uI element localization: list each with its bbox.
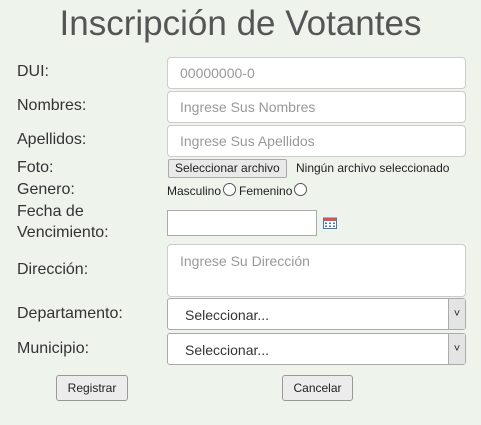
file-status-text: Ningún archivo seleccionado <box>296 161 450 175</box>
calendar-icon[interactable] <box>323 217 337 229</box>
masculino-label: Masculino <box>167 184 222 198</box>
fecha-input[interactable] <box>167 210 317 236</box>
file-select-button[interactable]: Seleccionar archivo <box>168 159 287 178</box>
apellidos-label: Apellidos: <box>17 131 87 148</box>
direccion-textarea[interactable]: Ingrese Su Dirección <box>167 244 466 297</box>
fecha-label-line1: Fecha de <box>17 203 84 220</box>
apellidos-input[interactable]: Ingrese Sus Apellidos <box>167 125 466 157</box>
departamento-select[interactable]: Seleccionar... ˅ <box>167 298 466 330</box>
municipio-selected: Seleccionar... <box>185 342 270 358</box>
chevron-down-icon[interactable]: ˅ <box>448 334 465 364</box>
genero-label: Genero: <box>17 181 75 198</box>
chevron-down-icon[interactable]: ˅ <box>448 299 465 329</box>
dui-input[interactable]: 00000000-0 <box>167 57 466 89</box>
departamento-label: Departamento: <box>17 305 123 322</box>
municipio-select[interactable]: Seleccionar... ˅ <box>167 333 466 365</box>
nombres-label: Nombres: <box>17 97 87 114</box>
cancel-button[interactable]: Cancelar <box>282 375 353 401</box>
municipio-label: Municipio: <box>17 340 90 357</box>
nombres-input[interactable]: Ingrese Sus Nombres <box>167 91 466 123</box>
femenino-label: Femenino <box>239 184 293 198</box>
page-title: Inscripción de Votantes <box>59 4 422 43</box>
masculino-radio[interactable] <box>223 183 236 196</box>
foto-label: Foto: <box>17 159 54 176</box>
direccion-label: Dirección: <box>17 261 89 278</box>
register-button[interactable]: Registrar <box>56 375 128 401</box>
femenino-radio[interactable] <box>294 183 307 196</box>
departamento-selected: Seleccionar... <box>185 307 270 323</box>
dui-label: DUI: <box>17 63 49 80</box>
fecha-label-line2: Vencimiento: <box>17 224 109 241</box>
